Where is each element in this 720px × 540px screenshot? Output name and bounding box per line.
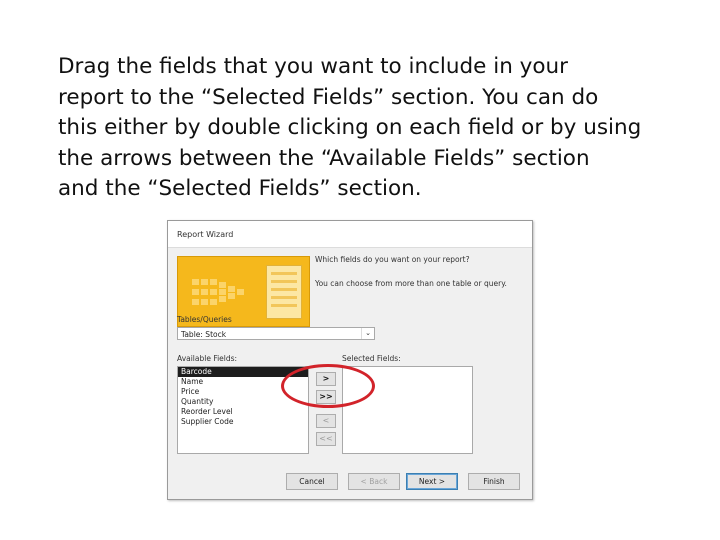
selected-fields-label: Selected Fields:	[342, 354, 401, 363]
instruction-line: the arrows between the “Available Fields…	[58, 145, 590, 171]
tables-queries-select[interactable]: Table: Stock ⌄	[177, 327, 375, 340]
report-sheet-icon	[266, 265, 302, 319]
instruction-line: report to the “Selected Fields” section.…	[58, 84, 599, 110]
tables-queries-label: Tables/Queries	[177, 315, 232, 324]
cancel-button[interactable]: Cancel	[286, 473, 338, 490]
finish-button[interactable]: Finish	[468, 473, 520, 490]
remove-all-fields-button[interactable]: <<	[316, 432, 336, 446]
report-wizard-dialog: Report Wizard Which fields do you want o…	[167, 220, 533, 500]
chevron-down-icon[interactable]: ⌄	[361, 328, 374, 339]
wizard-question: Which fields do you want on your report?	[315, 255, 470, 264]
back-button[interactable]: < Back	[348, 473, 400, 490]
wizard-hint: You can choose from more than one table …	[315, 279, 507, 288]
remove-field-button[interactable]: <	[316, 414, 336, 428]
instruction-line: this either by double clicking on each f…	[58, 115, 642, 140]
list-item[interactable]: Supplier Code	[178, 417, 308, 427]
dialog-titlebar: Report Wizard	[168, 221, 532, 248]
available-fields-label: Available Fields:	[177, 354, 238, 363]
dialog-title: Report Wizard	[177, 230, 234, 239]
instruction-line: and the “Selected Fields” section.	[58, 176, 422, 201]
list-item[interactable]: Reorder Level	[178, 407, 308, 417]
tables-queries-value: Table: Stock	[181, 330, 227, 339]
next-button[interactable]: Next >	[406, 473, 458, 490]
instruction-text: Drag the fields that you want to include…	[58, 52, 678, 205]
highlight-circle	[281, 364, 375, 408]
instruction-line: Drag the fields that you want to include…	[58, 54, 569, 79]
